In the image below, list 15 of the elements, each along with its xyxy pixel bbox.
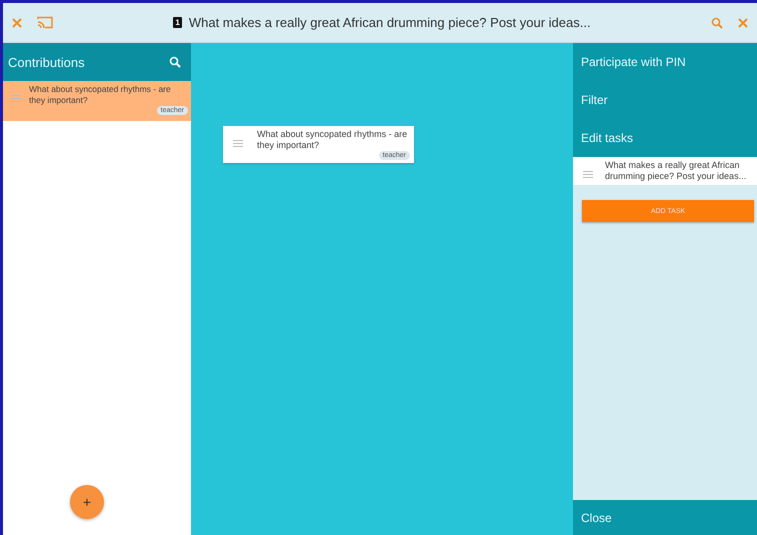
- panel-title: Contributions: [8, 54, 85, 70]
- task-item[interactable]: What makes a really great African drumming piece? Post your ideas...: [573, 157, 757, 185]
- add-button[interactable]: +: [70, 485, 104, 519]
- contribution-text: What about syncopated rhythms - are they important?: [29, 84, 172, 106]
- task-text: What makes a really great African drumming piece? Post your ideas...: [605, 160, 748, 182]
- search-icon[interactable]: [709, 14, 725, 30]
- counter-badge: 1: [173, 17, 182, 28]
- close-button[interactable]: Close: [573, 500, 757, 535]
- cast-icon[interactable]: [35, 14, 55, 31]
- menu-item[interactable]: Filter: [573, 81, 757, 119]
- menu-item[interactable]: Edit tasks: [573, 119, 757, 157]
- card-text: What about syncopated rhythms - are they important?: [257, 129, 408, 151]
- menu-item[interactable]: Participate with PIN: [573, 43, 757, 81]
- task-title: What makes a really great African drumming piece? Post your ideas...: [188, 15, 591, 30]
- search-icon[interactable]: [169, 56, 181, 68]
